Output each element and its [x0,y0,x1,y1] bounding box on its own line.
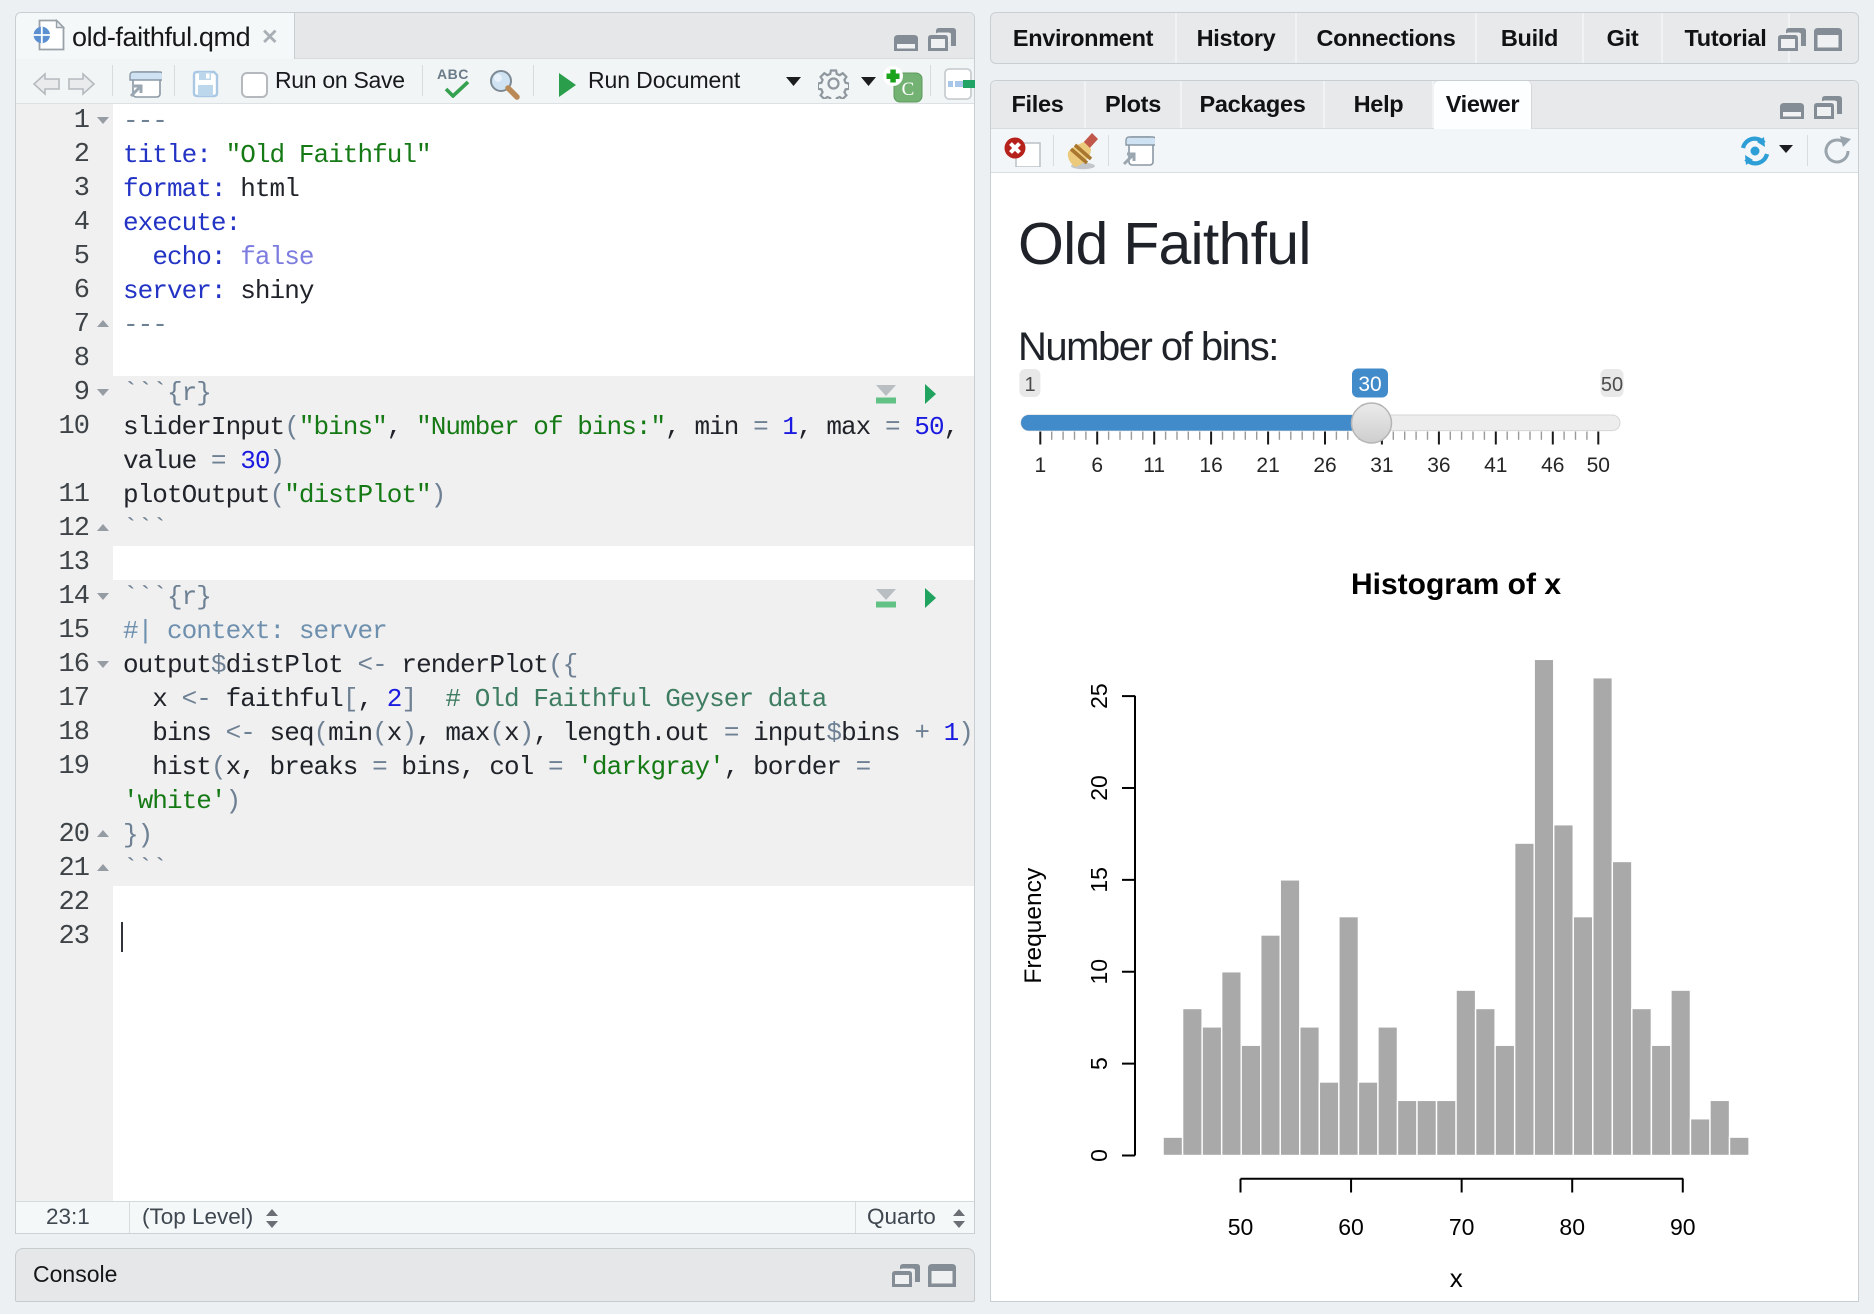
svg-text:25: 25 [1086,683,1112,709]
svg-text:50: 50 [1601,374,1623,396]
svg-text:Histogram of x: Histogram of x [1351,568,1561,601]
svg-text:10: 10 [1086,959,1112,985]
svg-text:90: 90 [1670,1214,1696,1240]
svg-text:80: 80 [1559,1214,1585,1240]
svg-text:11: 11 [1143,454,1165,477]
svg-text:1: 1 [1034,454,1046,477]
svg-text:Frequency: Frequency [1020,867,1047,984]
svg-text:21: 21 [1256,454,1279,477]
svg-text:36: 36 [1427,454,1450,477]
svg-text:0: 0 [1086,1149,1112,1162]
svg-text:20: 20 [1086,775,1112,801]
svg-text:50: 50 [1228,1214,1254,1240]
svg-text:1: 1 [1024,374,1035,396]
svg-text:26: 26 [1313,454,1336,477]
svg-text:5: 5 [1086,1057,1112,1070]
svg-text:70: 70 [1449,1214,1475,1240]
svg-text:C: C [902,79,915,100]
svg-text:x: x [1450,1263,1463,1293]
svg-text:60: 60 [1338,1214,1364,1240]
svg-text:30: 30 [1358,373,1381,396]
svg-text:16: 16 [1199,454,1222,477]
svg-text:50: 50 [1587,454,1610,477]
svg-text:6: 6 [1091,454,1103,477]
svg-text:15: 15 [1086,867,1112,893]
svg-text:41: 41 [1484,454,1507,477]
svg-text:46: 46 [1541,454,1564,477]
svg-text:31: 31 [1370,454,1393,477]
